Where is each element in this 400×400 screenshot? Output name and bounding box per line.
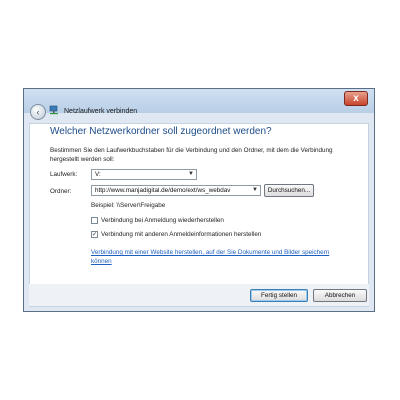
website-connect-link[interactable]: Verbindung mit einer Website herstellen,… [91,248,351,266]
cancel-button[interactable]: Abbrechen [313,289,367,302]
finish-button[interactable]: Fertig stellen [250,289,308,302]
drive-value: V: [95,171,101,178]
close-button[interactable]: x [344,91,368,106]
dialog-window: x ‹ Netzlaufwerk verbinden Welcher Netzw… [23,88,375,312]
back-arrow-icon: ‹ [36,107,40,117]
folder-label: Ordner: [50,188,72,195]
browse-button[interactable]: Durchsuchen... [264,184,314,197]
window-title: Netzlaufwerk verbinden [64,108,138,115]
chevron-down-icon: ▼ [188,171,194,177]
other-credentials-checkbox[interactable]: ✓ [91,231,98,238]
folder-input[interactable]: http://www.manjadigital.de/demo/ext/ws_w… [91,185,261,196]
drive-label: Laufwerk: [50,171,78,178]
instructions-text: Bestimmen Sie den Laufwerkbuchstaben für… [50,147,333,163]
dialog-content: Welcher Netzwerkordner soll zugeordnet w… [29,123,369,307]
close-icon: x [353,93,359,104]
page-heading: Welcher Netzwerkordner soll zugeordnet w… [50,126,272,137]
other-credentials-label: Verbindung mit anderen Anmeldeinformatio… [101,231,262,238]
network-drive-icon [49,105,58,115]
button-bar: Fertig stellen Abbrechen [29,284,369,306]
back-button[interactable]: ‹ [30,104,46,120]
drive-select[interactable]: V: ▼ [91,169,197,180]
reconnect-checkbox[interactable] [91,217,98,224]
reconnect-label: Verbindung bei Anmeldung wiederherstelle… [101,217,224,224]
example-text: Beispiel: \\Server\Freigabe [91,202,166,209]
chevron-down-icon: ▼ [252,187,258,193]
checkmark-icon: ✓ [92,232,98,238]
folder-value: http://www.manjadigital.de/demo/ext/ws_w… [95,187,231,194]
